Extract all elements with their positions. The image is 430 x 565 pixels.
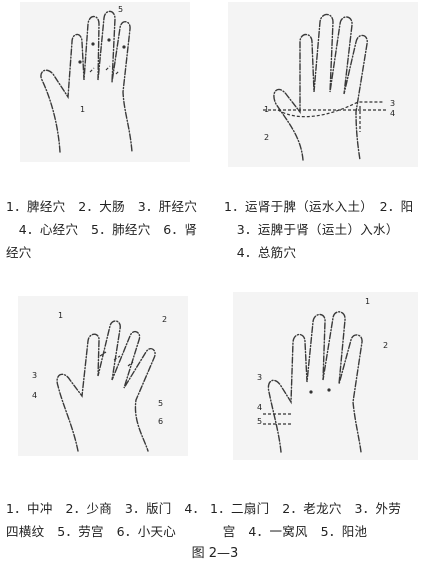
figure-label: 图 2—3: [191, 546, 239, 561]
point-label: 1: [80, 105, 85, 114]
point-label: 1: [365, 297, 370, 306]
caption-line: 4．心经穴 5．肺经穴 6．肾: [6, 222, 198, 237]
caption-line: 宫 4．一窝风 5．阳池: [210, 524, 368, 539]
caption-4: 1．二扇门 2．老龙穴 3．外劳 宫 4．一窝风 5．阳池: [210, 497, 401, 543]
caption-1: 1．脾经穴 2．大肠 3．肝经穴 4．心经穴 5．肺经穴 6．肾 经穴: [6, 195, 197, 264]
hand-diagram-3: 1 2 3 4 5 6: [18, 296, 188, 456]
caption-3: 1．中冲 2．少商 3．版门 4． 四横纹 5．劳宫 6．小天心: [6, 497, 205, 543]
point-label: 5: [158, 399, 163, 408]
caption-line: 1．二扇门 2．老龙穴 3．外劳: [210, 501, 402, 516]
hand-diagram-2: 1 2 3 4: [228, 2, 418, 167]
point-label: 5: [257, 417, 262, 426]
point-label: 2: [383, 341, 388, 350]
point-label: 4: [32, 391, 37, 400]
caption-line: 1．中冲 2．少商 3．版门 4．: [6, 501, 206, 516]
caption-line: 四横纹 5．劳宫 6．小天心: [6, 524, 177, 539]
point-label: 3: [32, 371, 37, 380]
hand-diagram-1: 5 1: [20, 2, 190, 162]
caption-line: 1．运肾于脾（运水入土） 2．阳: [224, 199, 414, 214]
point-label: 1: [264, 105, 269, 114]
point-label: 4: [257, 403, 262, 412]
caption-line: 4．总筋穴: [224, 245, 297, 260]
point-label: 1: [58, 311, 63, 320]
point-label: 2: [264, 133, 269, 142]
point-label: 3: [257, 373, 262, 382]
caption-line: 经穴: [6, 245, 32, 260]
point-label: 5: [118, 5, 123, 14]
point-label: 6: [158, 417, 163, 426]
hand-diagram-4: 1 2 3 4 5: [233, 292, 418, 460]
caption-line: 1．脾经穴 2．大肠 3．肝经穴: [6, 199, 198, 214]
point-label: 4: [390, 109, 395, 118]
caption-2: 1．运肾于脾（运水入土） 2．阳 3．运脾于肾（运土）入水） 4．总筋穴: [224, 195, 413, 264]
point-label: 2: [162, 315, 167, 324]
caption-line: 3．运脾于肾（运土）入水）: [224, 222, 399, 237]
point-label: 3: [390, 99, 395, 108]
